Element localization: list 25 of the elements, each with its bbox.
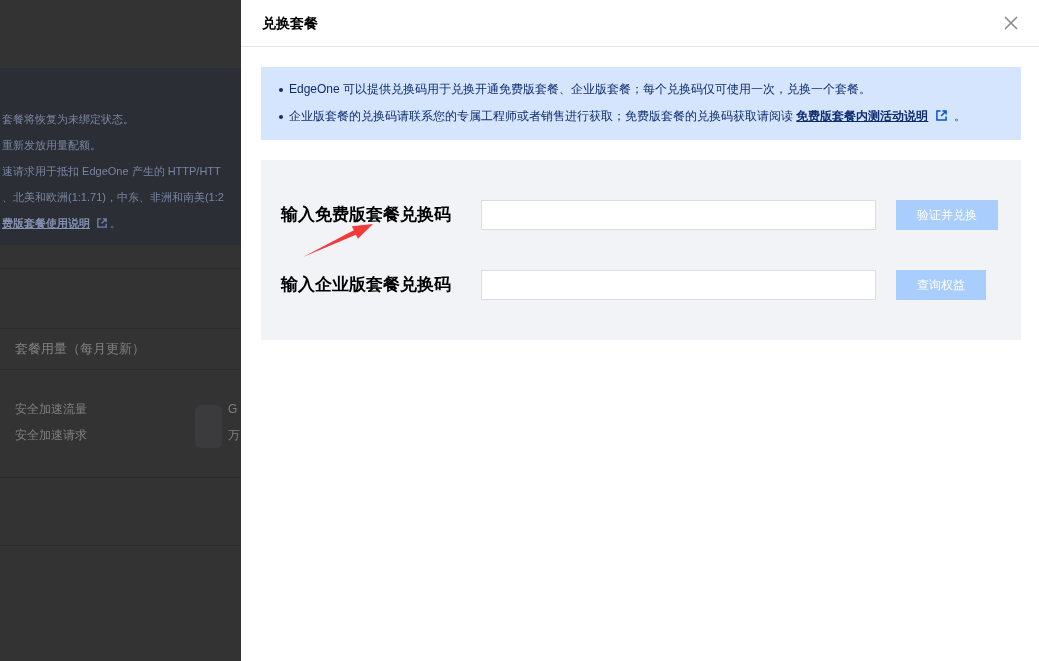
notice-text: 费版套餐使用说明 。 [2, 216, 122, 231]
bullet-icon [279, 87, 283, 92]
bullet-icon [279, 114, 283, 119]
close-button[interactable] [1004, 16, 1018, 30]
notice-text: 速请求用于抵扣 EdgeOne 产生的 HTTP/HTT [2, 164, 222, 179]
activity-guide-link[interactable]: 免费版套餐内测活动说明 [796, 109, 929, 123]
metric-value: G [228, 401, 239, 418]
notice-text: 企业版套餐的兑换码请联系您的专属工程师或者销售进行获取；免费版套餐的兑换码获取请阅读 免费版套餐内测活动说明 。 [289, 108, 966, 125]
field-label: 输入免费版套餐兑换码 [281, 204, 452, 227]
metric-value: 万 [228, 427, 240, 444]
code-input-field[interactable] [481, 270, 876, 300]
notice-text: 重新发放用量配额。 [2, 138, 102, 153]
external-link-icon [97, 218, 107, 228]
drawer-title: 兑换套餐 [262, 13, 318, 33]
code-input-field[interactable] [481, 200, 876, 230]
card-title: 套餐用量（每月更新） [0, 328, 241, 370]
notice-text: 套餐将恢复为未绑定状态。 [2, 112, 135, 127]
metric-label: 安全加速请求 [15, 427, 88, 444]
external-link-icon [936, 110, 948, 121]
close-icon [1004, 16, 1018, 30]
field-label: 输入企业版套餐兑换码 [281, 274, 452, 297]
usage-guide-link[interactable]: 费版套餐使用说明 [2, 217, 90, 229]
notice-text: 、北美和欧洲(1:1.71)，中东、非洲和南美(1:2 [2, 190, 225, 205]
metric-label: 安全加速流量 [15, 401, 88, 418]
notice-text: EdgeOne 可以提供兑换码用于兑换开通免费版套餐、企业版套餐；每个兑换码仅可使用一次，兑换一个套餐。 [289, 81, 872, 98]
